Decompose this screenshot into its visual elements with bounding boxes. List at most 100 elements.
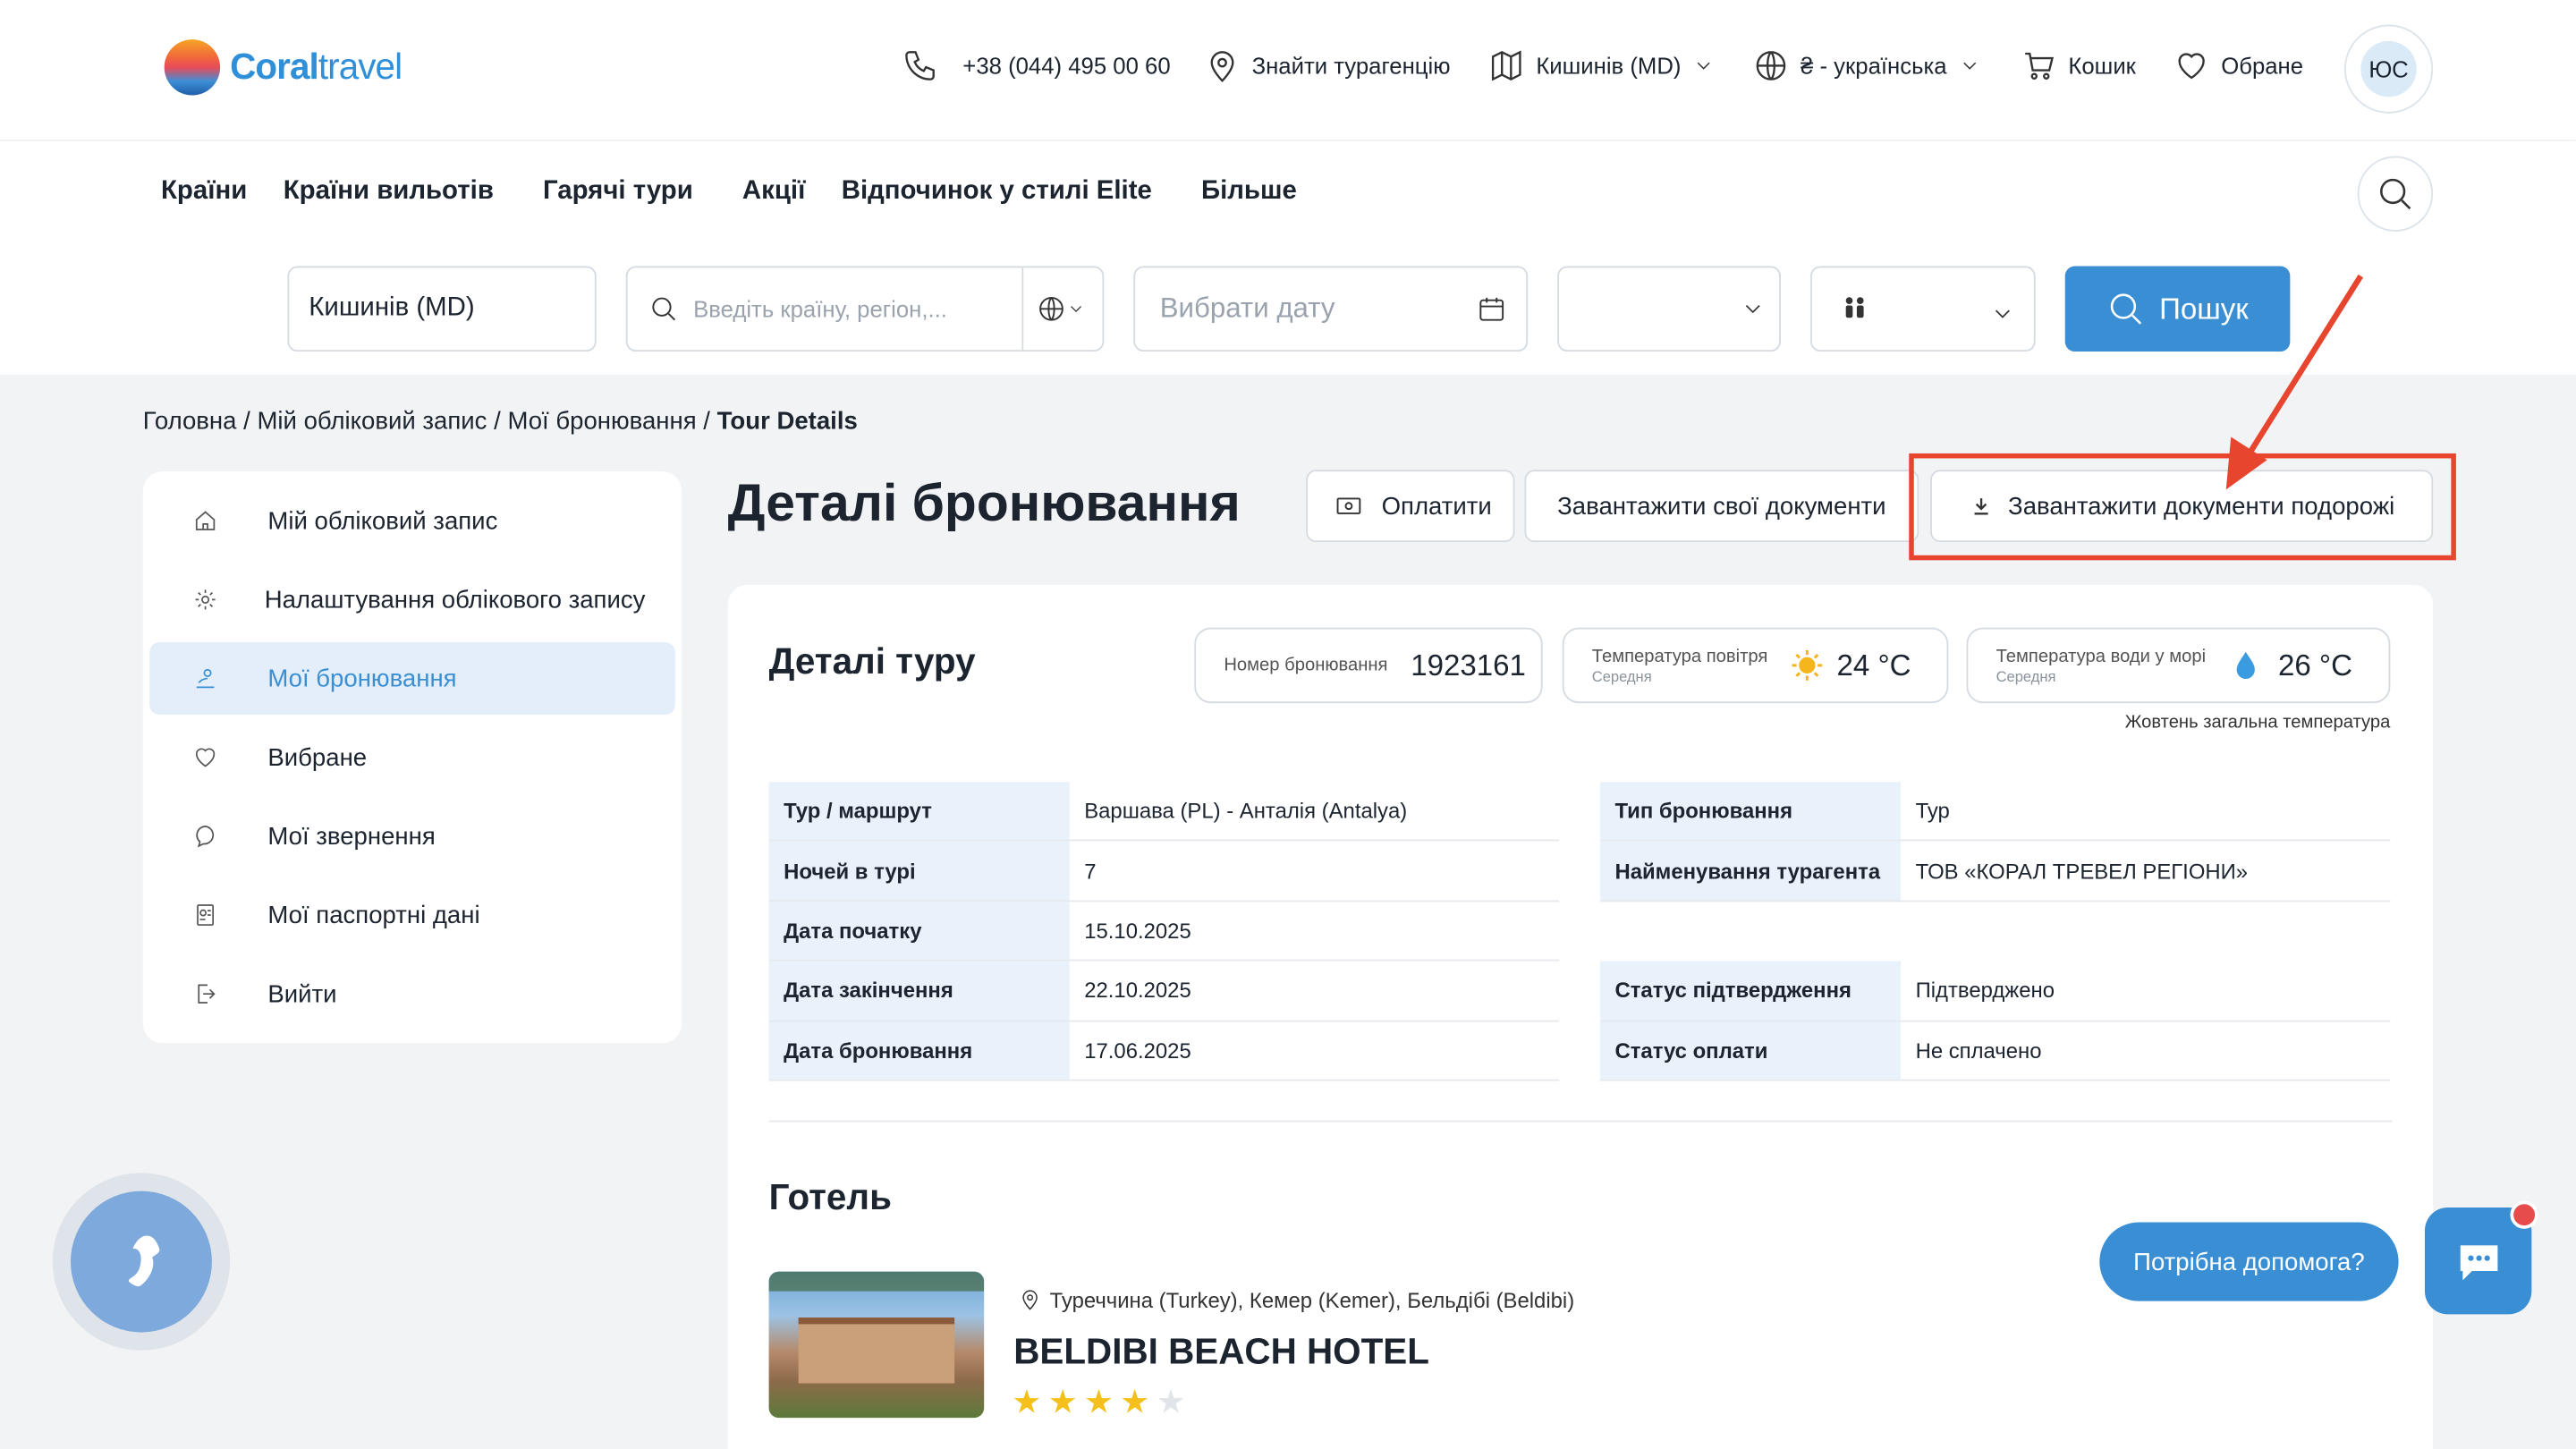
- location-pin-icon: [1202, 46, 1241, 85]
- breadcrumb-bookings[interactable]: Мої бронювання: [507, 408, 696, 436]
- map-icon: [1487, 46, 1526, 85]
- row-value: Не сплачено: [1915, 1038, 2042, 1063]
- heart-icon: [189, 741, 222, 774]
- tour-info-table-right: Тип бронювання Тур Найменування турагента…: [1599, 782, 2391, 1081]
- city-selector[interactable]: Кишинів (MD): [1487, 46, 1717, 85]
- coral-travel-logo[interactable]: Coraltravel: [164, 39, 402, 96]
- passport-icon: [189, 899, 222, 932]
- hotel-location: Туреччина (Turkey), Кемер (Kemer), Бельд…: [1017, 1286, 1574, 1312]
- sidebar-item-favorites[interactable]: Вибране: [149, 721, 675, 793]
- row-key: Дата початку: [768, 901, 1070, 960]
- date-field[interactable]: Вибрати дату: [1133, 266, 1529, 352]
- star-filled-icon: ★: [1047, 1385, 1078, 1421]
- breadcrumb-home[interactable]: Головна: [143, 408, 237, 436]
- row-value: 17.06.2025: [1084, 1038, 1191, 1063]
- table-row: Дата закінчення 22.10.2025: [768, 961, 1560, 1021]
- booking-icon: [189, 662, 222, 695]
- row-key: Тур / маршрут: [768, 782, 1070, 841]
- call-button-inner: [70, 1191, 212, 1333]
- header-search-button[interactable]: [2357, 156, 2434, 232]
- departure-value: Кишинів (MD): [309, 293, 475, 322]
- nights-select[interactable]: [1557, 266, 1781, 352]
- location-pin-icon: [1017, 1286, 1043, 1312]
- sidebar-item-label: Мої звернення: [267, 822, 436, 851]
- sidebar-item-settings[interactable]: Налаштування облікового запису: [149, 564, 675, 636]
- temperature-note: Жовтень загальна температура: [2124, 713, 2391, 733]
- phone-link[interactable]: +38 (044) 495 00 60: [901, 46, 1171, 85]
- row-value: [1901, 902, 1916, 962]
- air-temp-label: Температура повітря: [1591, 646, 1768, 666]
- user-avatar[interactable]: ЮС: [2343, 24, 2434, 114]
- city-label: Кишинів (MD): [1536, 52, 1682, 80]
- favorites-link[interactable]: Обране: [2172, 46, 2303, 85]
- home-icon: [189, 504, 222, 538]
- upload-documents-button[interactable]: Завантажити свої документи: [1524, 470, 1919, 543]
- hotel-location-text: Туреччина (Turkey), Кемер (Kemer), Бельд…: [1049, 1287, 1575, 1312]
- breadcrumb-account[interactable]: Мій обліковий запис: [257, 408, 487, 436]
- field-divider: [1021, 267, 1024, 351]
- destination-placeholder: Введіть країну, регіон,...: [693, 295, 947, 322]
- table-row: Дата початку 15.10.2025: [768, 901, 1560, 962]
- sidebar-item-account[interactable]: Мій обліковий запис: [149, 485, 675, 557]
- table-row: Ночей в турі 7: [768, 842, 1560, 902]
- menu-item-elite[interactable]: Відпочинок у стилі Elite: [842, 177, 1152, 207]
- hotel-photo[interactable]: [768, 1271, 985, 1419]
- hotel-name[interactable]: BELDIBI BEACH HOTEL: [1013, 1331, 1429, 1374]
- air-temp-value: 24 °C: [1836, 648, 1911, 682]
- phone-number: +38 (044) 495 00 60: [962, 52, 1171, 80]
- top-header: Coraltravel +38 (044) 495 00 60 Знайти т…: [0, 0, 2576, 141]
- chevron-down-icon: [1957, 46, 1983, 85]
- help-bubble[interactable]: Потрібна допомога?: [2099, 1222, 2399, 1301]
- date-placeholder: Вибрати дату: [1159, 292, 1335, 324]
- menu-item-hot-tours[interactable]: Гарячі тури: [543, 177, 693, 207]
- booking-number-value: 1923161: [1411, 648, 1526, 682]
- travelers-select[interactable]: [1810, 266, 2036, 352]
- water-temp-sub: Середня: [1996, 667, 2056, 684]
- breadcrumb-separator: /: [703, 407, 710, 436]
- menu-item-countries[interactable]: Країни: [161, 177, 247, 207]
- page-root: Coraltravel +38 (044) 495 00 60 Знайти т…: [0, 0, 2576, 1449]
- favorites-label: Обране: [2221, 52, 2304, 80]
- cart-link[interactable]: Кошик: [2019, 46, 2136, 85]
- water-temp-label: Температура води у морі: [1996, 646, 2207, 666]
- departure-field[interactable]: Кишинів (MD): [287, 266, 597, 352]
- row-key: Ночей в турі: [768, 842, 1070, 901]
- pay-button[interactable]: Оплатити: [1306, 470, 1515, 543]
- sidebar-item-label: Вибране: [267, 743, 368, 772]
- menu-bar: Країни Країни вильотів Гарячі тури Акції…: [0, 140, 2576, 375]
- star-filled-icon: ★: [1120, 1385, 1150, 1421]
- row-value: Варшава (PL) - Анталія (Antalya): [1084, 798, 1408, 824]
- row-value: 7: [1084, 858, 1097, 884]
- account-sidebar: Мій обліковий запис Налаштування обліков…: [142, 471, 682, 1044]
- menu-item-more[interactable]: Більше: [1201, 177, 1297, 207]
- phone-icon: [901, 46, 940, 85]
- menu-item-promotions[interactable]: Акції: [742, 177, 805, 207]
- sidebar-item-passport[interactable]: Мої паспортні дані: [149, 879, 675, 952]
- sidebar-item-logout[interactable]: Вийти: [149, 958, 675, 1030]
- table-row: Найменування турагента ТОВ «КОРАЛ ТРЕВЕЛ …: [1599, 842, 2391, 902]
- row-value: ТОВ «КОРАЛ ТРЕВЕЛ РЕГІОНИ»: [1915, 858, 2249, 884]
- logo-mark-icon: [164, 39, 221, 96]
- search-icon: [2376, 174, 2415, 214]
- gear-icon: [189, 583, 222, 616]
- sidebar-item-requests[interactable]: Мої звернення: [149, 800, 675, 872]
- call-button[interactable]: [52, 1173, 231, 1351]
- destination-field[interactable]: Введіть країну, регіон,...: [625, 266, 1105, 352]
- search-icon: [2106, 289, 2146, 328]
- main-menu: Країни Країни вильотів Гарячі тури Акції…: [161, 177, 1297, 207]
- hotel-photo-building: [798, 1318, 955, 1384]
- menu-item-departure-countries[interactable]: Країни вильотів: [284, 177, 494, 207]
- logout-icon: [189, 978, 222, 1011]
- sidebar-item-bookings[interactable]: Мої бронювання: [149, 642, 675, 715]
- search-submit-button[interactable]: Пошук: [2064, 266, 2291, 352]
- row-key: Дата бронювання: [768, 1021, 1070, 1080]
- cash-icon: [1329, 487, 1368, 526]
- table-row-empty: [1600, 902, 2390, 962]
- language-selector[interactable]: ₴ - українська: [1751, 46, 1983, 85]
- heart-icon: [2172, 46, 2211, 85]
- row-key: Статус оплати: [1599, 1021, 1902, 1080]
- find-agency-link[interactable]: Знайти турагенцію: [1202, 46, 1451, 85]
- people-icon: [1835, 289, 1875, 328]
- search-icon: [648, 289, 681, 328]
- message-icon: [189, 820, 222, 853]
